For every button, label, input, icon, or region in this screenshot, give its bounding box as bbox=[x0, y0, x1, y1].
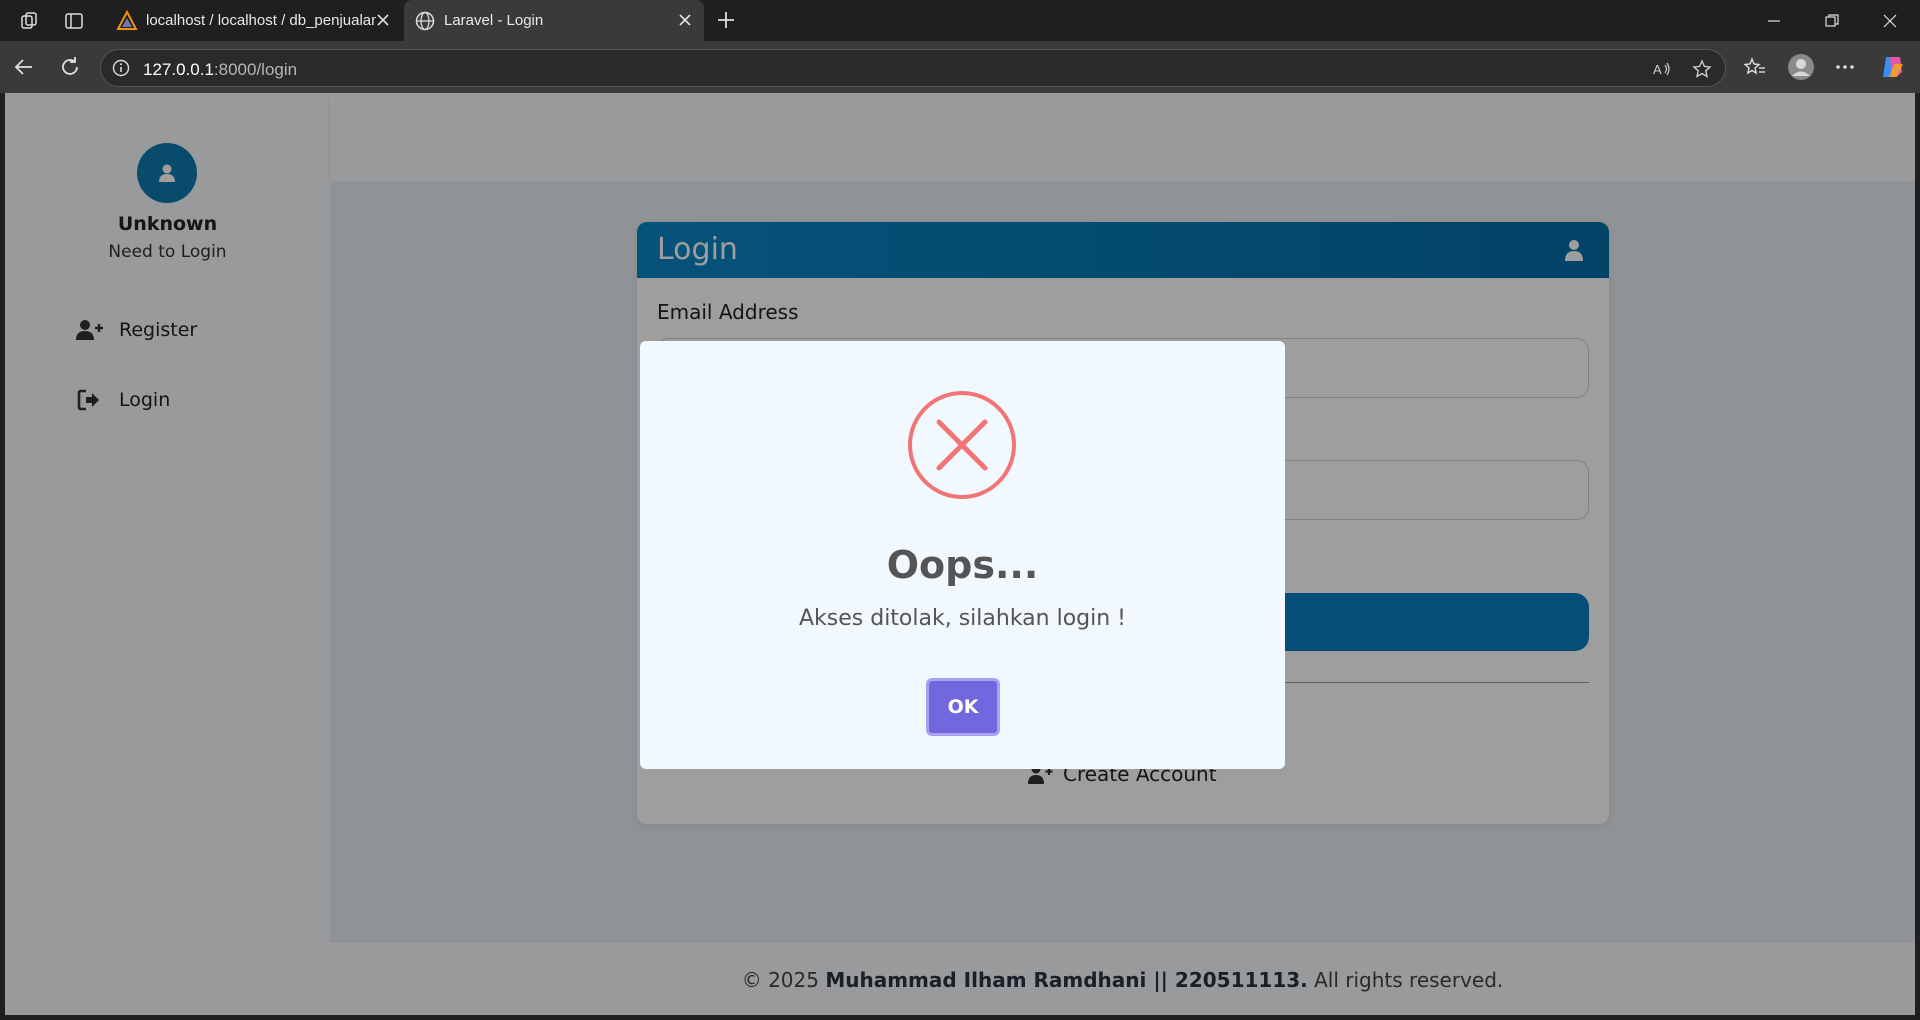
error-x-icon bbox=[906, 389, 1018, 501]
close-window-icon[interactable] bbox=[1878, 10, 1902, 32]
url-path: :8000/login bbox=[213, 60, 298, 79]
tab-title: Laravel - Login bbox=[444, 12, 544, 29]
browser-toolbar: 127.0.0.1:8000/login A bbox=[0, 41, 1920, 93]
browser-tab-bar: localhost / localhost / db_penjualan Lar… bbox=[0, 0, 1920, 41]
back-icon[interactable] bbox=[10, 53, 38, 81]
site-info-icon[interactable] bbox=[111, 58, 131, 78]
tab-phpmyadmin[interactable]: localhost / localhost / db_penjualan bbox=[106, 0, 402, 41]
refresh-icon[interactable] bbox=[56, 53, 84, 81]
close-icon[interactable] bbox=[676, 11, 694, 29]
url-text: 127.0.0.1:8000/login bbox=[143, 60, 297, 80]
more-options-icon[interactable] bbox=[1832, 54, 1858, 80]
alert-message: Akses ditolak, silahkan login ! bbox=[798, 606, 1126, 631]
minimize-icon[interactable] bbox=[1762, 10, 1786, 32]
close-icon[interactable] bbox=[374, 11, 392, 29]
favorites-icon[interactable] bbox=[1742, 54, 1768, 80]
web-page: Unknown Need to Login Register Login Log… bbox=[5, 93, 1915, 1015]
tab-title: localhost / localhost / db_penjualan bbox=[146, 12, 376, 29]
restore-icon[interactable] bbox=[1820, 10, 1844, 32]
workspaces-icon[interactable] bbox=[18, 9, 42, 33]
alert-title: Oops... bbox=[886, 543, 1039, 587]
favorite-star-icon[interactable] bbox=[1691, 58, 1713, 80]
tab-actions-icon[interactable] bbox=[62, 9, 86, 33]
copilot-icon[interactable] bbox=[1878, 52, 1908, 82]
profile-icon[interactable] bbox=[1786, 52, 1816, 82]
read-aloud-icon[interactable]: A bbox=[1651, 58, 1673, 80]
alert-dialog: Oops... Akses ditolak, silahkan login ! … bbox=[640, 341, 1285, 769]
address-bar[interactable]: 127.0.0.1:8000/login A bbox=[100, 49, 1726, 87]
new-tab-icon[interactable] bbox=[714, 8, 738, 32]
url-host: 127.0.0.1 bbox=[143, 60, 214, 79]
phpmyadmin-icon bbox=[116, 9, 138, 32]
globe-icon bbox=[414, 10, 436, 32]
ok-button[interactable]: OK bbox=[926, 678, 1000, 736]
tab-laravel-login[interactable]: Laravel - Login bbox=[404, 0, 704, 41]
svg-text:A: A bbox=[1653, 62, 1662, 77]
